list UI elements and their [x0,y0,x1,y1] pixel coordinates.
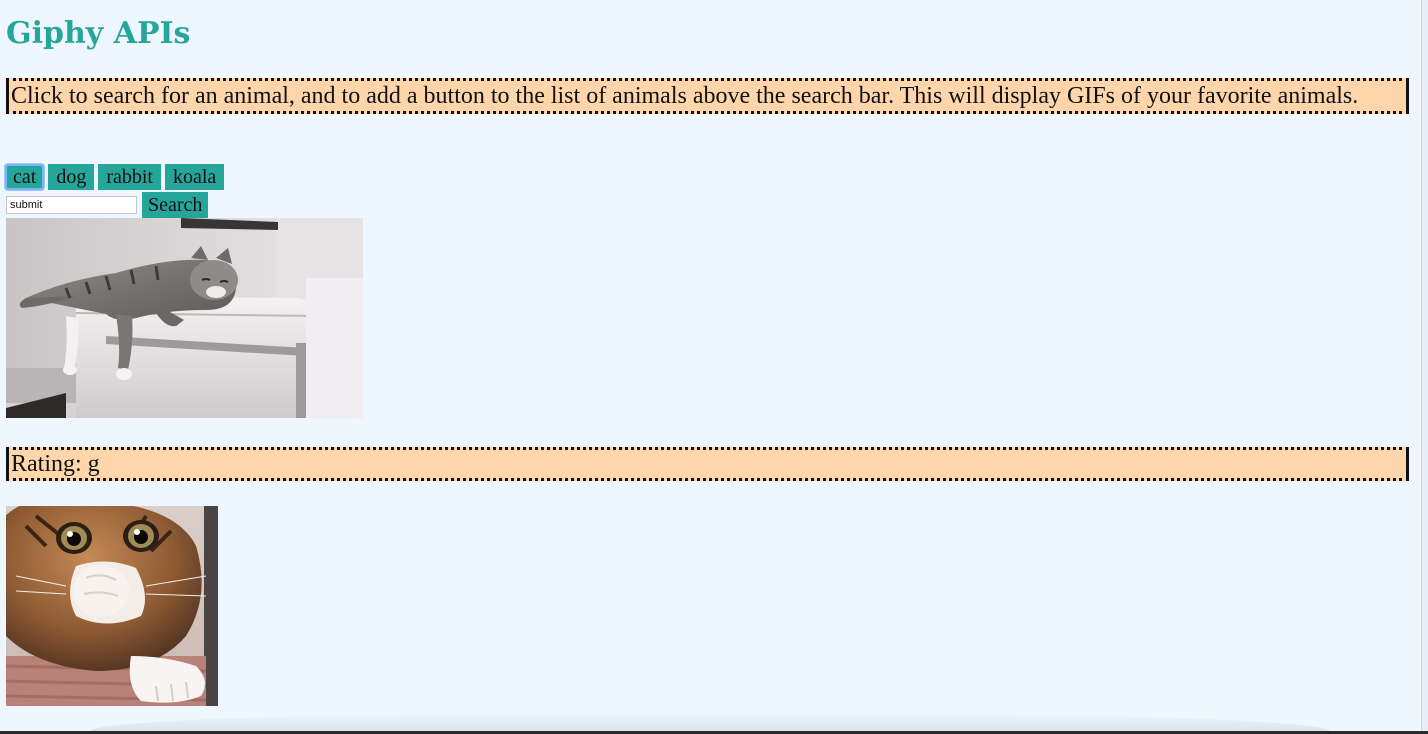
animal-button-koala[interactable]: koala [164,164,225,190]
page-title: Giphy APIs [6,16,191,51]
search-form: Search [6,192,209,218]
gif-image-kitten[interactable] [6,506,218,706]
instructions-panel: Click to search for an animal, and to ad… [6,78,1409,114]
cat-on-sofa-image [6,218,363,418]
animal-button-dog[interactable]: dog [48,164,95,190]
gif-image-cat-on-sofa[interactable] [6,218,363,418]
bottom-shadow [90,711,1330,731]
search-button[interactable]: Search [142,192,209,218]
rating-label: Rating: g [6,447,1409,481]
page: Giphy APIs Click to search for an animal… [0,0,1428,734]
animal-button-list: cat dog rabbit koala [5,164,225,190]
animal-button-cat[interactable]: cat [5,164,45,190]
search-input[interactable] [6,196,137,214]
animal-button-rabbit[interactable]: rabbit [98,164,161,190]
scrollbar-track[interactable] [1421,0,1428,734]
kitten-image [6,506,218,706]
